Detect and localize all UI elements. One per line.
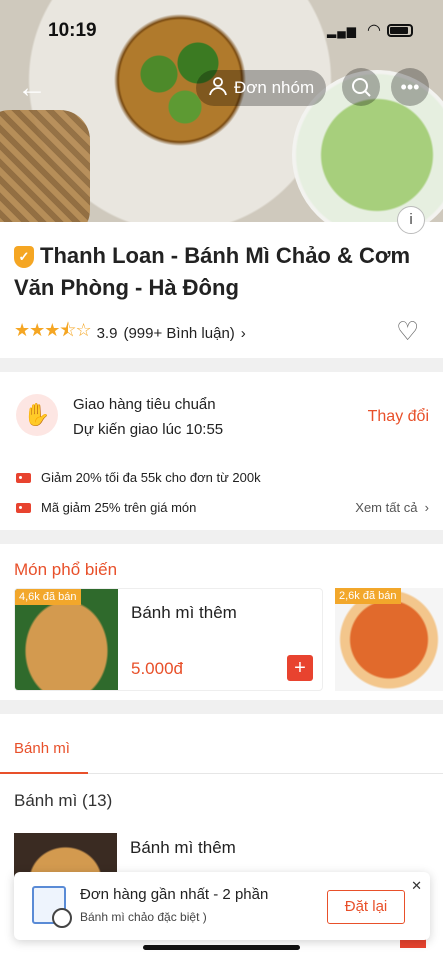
- chevron-right-icon: ›: [424, 500, 429, 515]
- ticket-icon: [16, 502, 31, 513]
- back-arrow-icon[interactable]: ←: [12, 68, 52, 108]
- more-icon[interactable]: •••: [391, 68, 429, 106]
- group-order-button[interactable]: Đơn nhóm: [196, 70, 327, 106]
- rating-row[interactable]: ★★★⯪☆ 3.9 (999+ Bình luận) ›: [14, 318, 246, 348]
- info-icon[interactable]: i: [397, 206, 425, 234]
- recent-order-toast[interactable]: Đơn hàng gần nhất - 2 phần Bánh mì chảo …: [14, 872, 430, 940]
- toast-subtitle: Bánh mì chảo đặc biệt ): [80, 910, 207, 924]
- promo-text: Giảm 20% tối đa 55k cho đơn từ 200k: [41, 470, 261, 485]
- divider: [0, 358, 443, 372]
- home-indicator[interactable]: [143, 945, 300, 950]
- status-bar: 10:19 ▂▄▆ ◠: [0, 16, 443, 44]
- top-bar: ← Đơn nhóm •••: [0, 68, 443, 108]
- basket-image: [0, 110, 90, 222]
- battery-icon: [387, 24, 413, 37]
- popular-section-title: Món phổ biến: [14, 560, 118, 579]
- group-order-label: Đơn nhóm: [234, 78, 315, 97]
- tab-banh-mi[interactable]: Bánh mì: [14, 740, 70, 757]
- popular-item-card[interactable]: 2,6k đã bán: [335, 588, 443, 691]
- delivery-driver-icon: ✋: [16, 394, 58, 436]
- see-all-promos-link[interactable]: Xem tất cả ›: [355, 500, 429, 515]
- delivery-section: ✋ Giao hàng tiêu chuẩn Dự kiến giao lúc …: [0, 386, 443, 450]
- chevron-right-icon: ›: [240, 324, 246, 342]
- item-name: Bánh mì thêm: [130, 838, 236, 857]
- order-history-icon: [32, 886, 72, 928]
- store-name: Thanh Loan - Bánh Mì Chảo & Cơm Văn Phòn…: [14, 243, 411, 300]
- item-price: 5.000đ: [131, 659, 183, 678]
- close-icon[interactable]: ✕: [411, 878, 422, 894]
- store-header: ✓ Thanh Loan - Bánh Mì Chảo & Cơm Văn Phò…: [14, 240, 429, 304]
- divider: [0, 700, 443, 714]
- promo-item: Mã giảm 25% trên giá món: [16, 500, 196, 515]
- tab-underline: [0, 772, 88, 774]
- signal-icon: ▂▄▆: [327, 24, 357, 38]
- person-icon: [208, 76, 228, 101]
- delivery-title: Giao hàng tiêu chuẩn: [73, 396, 216, 413]
- promo-item: Giảm 20% tối đa 55k cho đơn từ 200k: [16, 470, 261, 485]
- popular-item-card[interactable]: 4,6k đã bán Bánh mì thêm 5.000đ +: [14, 588, 323, 691]
- menu-tabs: Bánh mì: [0, 728, 443, 774]
- sold-badge: 4,6k đã bán: [15, 589, 81, 605]
- star-rating-icon: ★★★⯪☆: [14, 320, 92, 340]
- ticket-icon: [16, 472, 31, 483]
- review-count: (999+ Bình luận): [123, 324, 235, 342]
- divider: [0, 530, 443, 544]
- toast-title: Đơn hàng gần nhất - 2 phần: [80, 886, 269, 903]
- change-delivery-button[interactable]: Thay đổi: [368, 408, 429, 426]
- verified-badge-icon: ✓: [14, 246, 34, 268]
- delivery-eta: Dự kiến giao lúc 10:55: [73, 421, 224, 438]
- item-name: Bánh mì thêm: [131, 603, 237, 622]
- search-icon[interactable]: [342, 68, 380, 106]
- category-title: Bánh mì (13): [14, 791, 113, 810]
- add-to-cart-button[interactable]: +: [287, 655, 313, 681]
- wifi-icon: ◠: [367, 22, 381, 39]
- rating-value: 3.9: [96, 324, 118, 342]
- heart-icon[interactable]: ♡: [396, 316, 419, 347]
- reorder-button[interactable]: Đặt lại: [327, 890, 405, 924]
- status-time: 10:19: [48, 20, 97, 41]
- sold-badge: 2,6k đã bán: [335, 588, 401, 604]
- promo-text: Mã giảm 25% trên giá món: [41, 500, 197, 515]
